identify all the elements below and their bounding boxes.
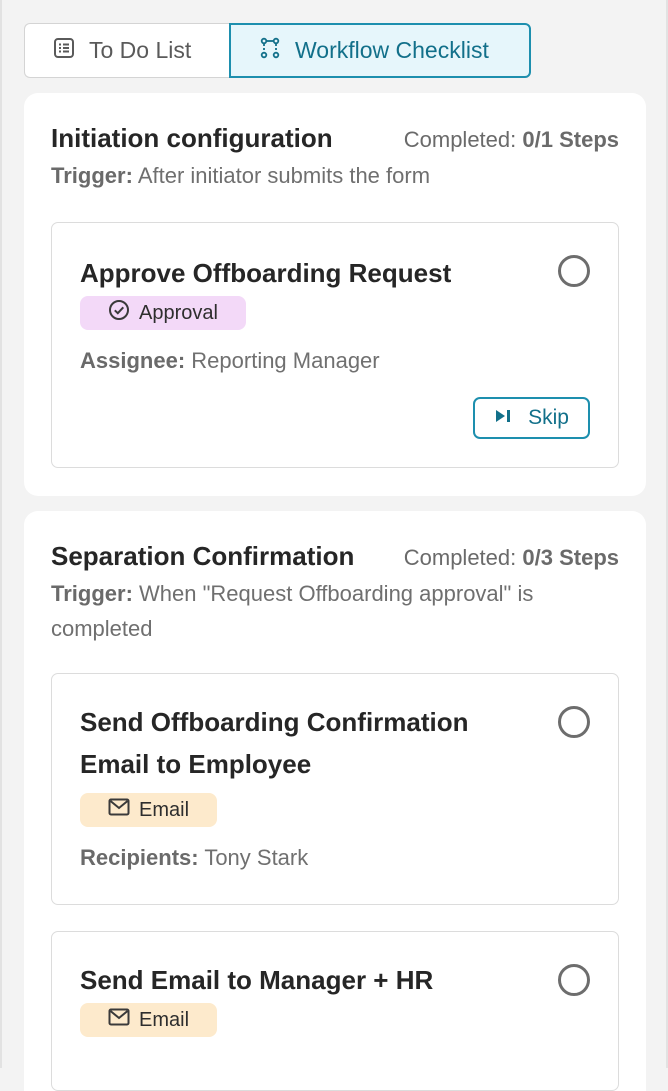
step-type-badge: Email — [80, 1003, 218, 1037]
trigger-label: Trigger: — [51, 163, 133, 188]
section-title: Separation Confirmation — [51, 541, 355, 571]
step-recipients: Recipients: Tony Stark — [80, 845, 590, 871]
meta-label: Assignee: — [80, 348, 186, 373]
meta-label: Recipients: — [80, 845, 199, 870]
step-type-badge: Approval — [80, 296, 246, 330]
workflow-icon — [259, 37, 281, 65]
workflow-section-separation: Separation Confirmation Completed: 0/3 S… — [24, 511, 646, 1091]
badge-label: Email — [139, 1008, 190, 1031]
tab-label: To Do List — [89, 37, 192, 63]
workflow-step-card: Send Offboarding Confirmation Email to E… — [51, 673, 619, 905]
mail-icon — [108, 798, 130, 822]
completed-value: 0/3 Steps — [522, 545, 619, 570]
completion-status: Completed: 0/3 Steps — [404, 545, 619, 571]
step-status-radio[interactable] — [558, 255, 590, 287]
skip-icon — [494, 406, 512, 430]
step-assignee: Assignee: Reporting Manager — [80, 348, 590, 374]
section-header: Initiation configuration Completed: 0/1 … — [51, 123, 619, 154]
section-trigger: Trigger: After initiator submits the for… — [51, 158, 619, 193]
meta-value: Tony Stark — [204, 845, 309, 870]
tab-to-do-list[interactable]: To Do List — [24, 23, 229, 78]
step-status-radio[interactable] — [558, 964, 590, 996]
list-icon — [53, 37, 75, 65]
tab-label: Workflow Checklist — [295, 37, 489, 63]
tab-workflow-checklist[interactable]: Workflow Checklist — [229, 23, 531, 78]
trigger-label: Trigger: — [51, 581, 133, 606]
workflow-section-initiation: Initiation configuration Completed: 0/1 … — [24, 93, 646, 496]
view-tabs: To Do List Workflow Checklist — [24, 23, 531, 78]
mail-icon — [108, 1008, 130, 1032]
step-title: Send Offboarding Confirmation Email to E… — [80, 707, 469, 779]
step-type-badge: Email — [80, 793, 218, 827]
workflow-step-card: Approve Offboarding Request Approval Ass… — [51, 222, 619, 468]
badge-label: Approval — [139, 301, 218, 324]
meta-value: Reporting Manager — [191, 348, 380, 373]
section-trigger: Trigger: When "Request Offboarding appro… — [51, 576, 619, 646]
completed-label: Completed: — [403, 127, 517, 152]
workflow-step-card: Send Email to Manager + HR Email — [51, 931, 619, 1091]
step-title: Send Email to Manager + HR — [80, 965, 434, 995]
badge-label: Email — [139, 798, 190, 821]
section-header: Separation Confirmation Completed: 0/3 S… — [51, 541, 619, 572]
completed-value: 0/1 Steps — [522, 127, 619, 152]
skip-button[interactable]: Skip — [473, 397, 590, 439]
trigger-text: After initiator submits the form — [137, 163, 431, 188]
skip-label: Skip — [528, 406, 569, 429]
step-title: Approve Offboarding Request — [80, 258, 452, 288]
check-circle-icon — [108, 299, 130, 327]
section-title: Initiation configuration — [51, 123, 333, 153]
completed-label: Completed: — [403, 545, 517, 570]
step-status-radio[interactable] — [558, 706, 590, 738]
completion-status: Completed: 0/1 Steps — [404, 127, 619, 153]
